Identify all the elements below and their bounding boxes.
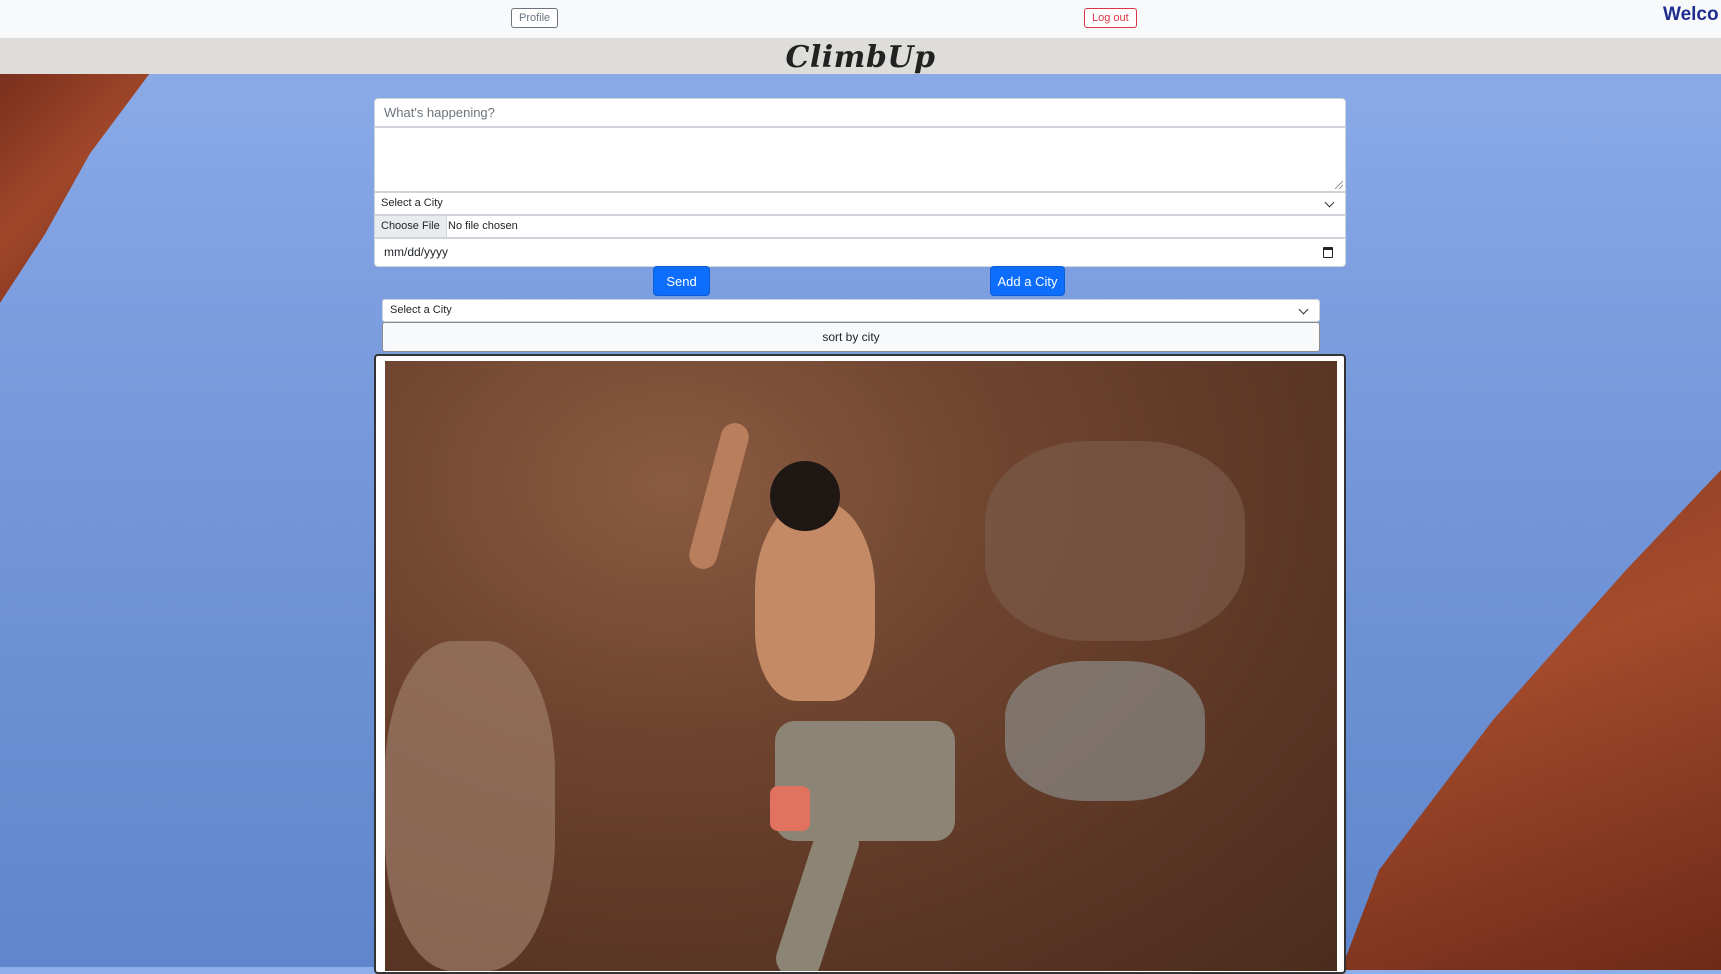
brand-logo: ClimbUp (785, 40, 936, 75)
filter-city-select-value: Select a City (390, 304, 452, 316)
rock-texture (985, 441, 1245, 641)
date-placeholder: mm/dd/yyyy (384, 245, 449, 259)
chevron-down-icon (1298, 304, 1309, 315)
post-title-placeholder: What's happening? (384, 105, 495, 120)
send-button[interactable]: Send it (653, 266, 710, 319)
climber-arm (686, 419, 752, 573)
chalk-bag (770, 786, 810, 831)
brand-bar: ClimbUp (0, 38, 1721, 75)
welcome-text: Welco (1663, 4, 1719, 25)
file-status: No file chosen (448, 220, 518, 232)
chevron-down-icon (1324, 197, 1335, 208)
background-rock-left (0, 73, 150, 303)
post-card (374, 354, 1346, 974)
post-city-select[interactable]: Select a City (374, 192, 1346, 215)
add-city-button[interactable]: Add a City (990, 266, 1065, 296)
resize-grip-icon[interactable] (1335, 181, 1343, 189)
background-rock-right (1341, 470, 1721, 970)
rock-texture (1005, 661, 1205, 801)
calendar-icon[interactable] (1323, 247, 1333, 258)
sort-by-city-button[interactable]: sort by city (382, 322, 1320, 352)
post-city-select-value: Select a City (381, 197, 443, 209)
post-body-textarea[interactable] (374, 127, 1346, 192)
profile-button[interactable]: Profile (511, 8, 559, 28)
date-input[interactable]: mm/dd/yyyy (374, 238, 1346, 267)
climber-torso (755, 501, 875, 701)
filter-city-select[interactable]: Select a City (382, 299, 1320, 322)
logout-button[interactable]: Log out (1084, 8, 1137, 28)
climber-leg (771, 817, 864, 971)
top-navbar: Profile Log out Welco (0, 0, 1721, 39)
post-title-input[interactable]: What's happening? (374, 98, 1346, 127)
choose-file-button[interactable]: Choose File (375, 216, 447, 237)
climber-photo (385, 361, 1337, 971)
rock-texture (385, 641, 555, 971)
file-input[interactable]: Choose File No file chosen (374, 215, 1346, 238)
climber-head (770, 461, 840, 531)
